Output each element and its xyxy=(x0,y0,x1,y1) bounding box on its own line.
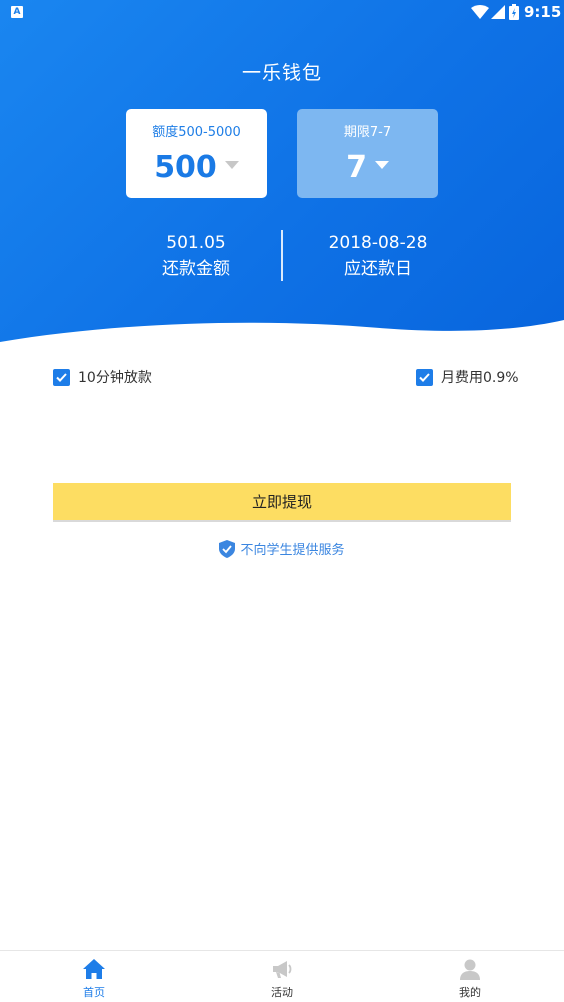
term-value-row: 7 xyxy=(297,150,438,185)
tab-home[interactable]: 首页 xyxy=(44,951,144,1002)
repayment-amount-label: 还款金额 xyxy=(162,259,230,279)
wifi-icon xyxy=(471,5,489,19)
repayment-date: 2018-08-28 应还款日 xyxy=(288,232,468,282)
hero-wave xyxy=(0,320,564,345)
repayment-amount-value: 501.05 xyxy=(166,233,226,253)
term-value: 7 xyxy=(346,150,367,185)
user-icon xyxy=(460,959,480,980)
checkbox-checked-icon[interactable] xyxy=(416,368,433,386)
caret-down-icon xyxy=(374,160,389,169)
amount-value-row: 500 xyxy=(126,150,267,185)
withdraw-button[interactable]: 立即提现 xyxy=(53,483,511,522)
amount-value: 500 xyxy=(154,150,217,185)
feature-monthly-fee[interactable]: 月费用0.9% xyxy=(416,367,519,387)
app-title: 一乐钱包 xyxy=(241,62,322,84)
student-notice: 不向学生提供服务 xyxy=(0,539,564,558)
notification-icon: A xyxy=(11,6,23,18)
repayment-date-label: 应还款日 xyxy=(344,259,412,279)
home-icon xyxy=(83,959,105,979)
amount-selector[interactable]: 额度500-5000 500 xyxy=(126,109,267,198)
feature-fast-loan[interactable]: 10分钟放款 xyxy=(53,367,152,387)
info-divider xyxy=(281,230,283,281)
hero-header xyxy=(0,0,564,345)
tab-activity-label: 活动 xyxy=(271,986,293,999)
status-time: 9:15 xyxy=(524,3,562,21)
tab-mine-label: 我的 xyxy=(459,986,481,999)
tab-mine[interactable]: 我的 xyxy=(420,951,520,1002)
status-bar: A 9:15 xyxy=(0,0,564,24)
amount-range-label: 额度500-5000 xyxy=(152,125,241,140)
student-notice-text: 不向学生提供服务 xyxy=(240,543,345,558)
feature-monthly-fee-label: 月费用0.9% xyxy=(441,370,519,386)
caret-down-icon xyxy=(224,160,239,169)
checkbox-checked-icon[interactable] xyxy=(53,368,70,386)
feature-fast-loan-label: 10分钟放款 xyxy=(78,370,152,386)
shield-check-icon xyxy=(219,539,236,558)
signal-icon xyxy=(491,5,505,19)
tab-activity[interactable]: 活动 xyxy=(232,951,332,1002)
repayment-date-value: 2018-08-28 xyxy=(328,233,428,253)
tab-home-label: 首页 xyxy=(83,986,105,999)
term-range-label: 期限7-7 xyxy=(343,125,392,140)
bottom-tab-bar: 首页 活动 我的 xyxy=(0,950,564,1002)
term-selector[interactable]: 期限7-7 7 xyxy=(297,109,438,198)
megaphone-icon xyxy=(273,961,292,978)
battery-icon xyxy=(509,4,519,20)
repayment-amount: 501.05 还款金额 xyxy=(106,232,286,282)
